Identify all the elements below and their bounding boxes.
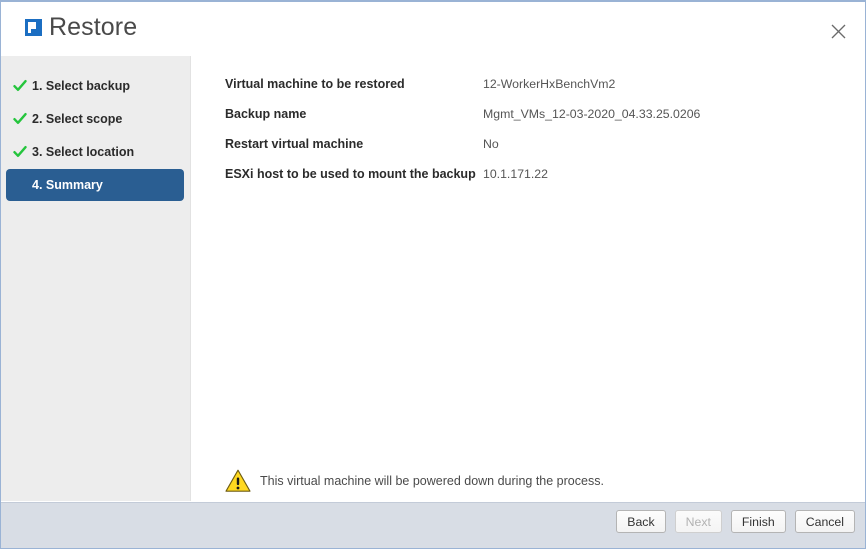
summary-label: ESXi host to be used to mount the backup — [225, 167, 476, 181]
sidebar-item-label: 3. Select location — [32, 145, 135, 159]
footer-button-group: Back Next Finish Cancel — [616, 510, 855, 533]
summary-row: ESXi host to be used to mount the backup… — [225, 167, 855, 197]
summary-table: Virtual machine to be restored 12-Worker… — [225, 77, 855, 197]
back-button[interactable]: Back — [616, 510, 666, 533]
summary-value: No — [483, 137, 499, 151]
warning-triangle-icon — [225, 468, 251, 494]
summary-row: Backup name Mgmt_VMs_12-03-2020_04.33.25… — [225, 107, 855, 137]
sidebar-item-select-location[interactable]: 3. Select location — [6, 136, 184, 168]
summary-row: Restart virtual machine No — [225, 137, 855, 167]
check-icon — [13, 145, 27, 159]
app-logo-icon — [25, 19, 42, 36]
sidebar-item-label: 4. Summary — [32, 178, 103, 192]
next-button: Next — [674, 510, 722, 533]
close-icon[interactable] — [825, 18, 851, 44]
warning-notice: This virtual machine will be powered dow… — [225, 468, 604, 494]
check-icon — [13, 79, 27, 93]
window-header: Restore — [1, 2, 865, 56]
cancel-button[interactable]: Cancel — [794, 510, 855, 533]
summary-row: Virtual machine to be restored 12-Worker… — [225, 77, 855, 107]
check-icon — [13, 112, 27, 126]
wizard-steps-list: 1. Select backup 2. Select scope 3. Sele… — [1, 70, 190, 202]
summary-value: 12-WorkerHxBenchVm2 — [483, 77, 616, 91]
summary-panel: Virtual machine to be restored 12-Worker… — [192, 56, 865, 501]
brand: Restore — [25, 15, 137, 40]
summary-value: 10.1.171.22 — [483, 167, 548, 181]
summary-label: Restart virtual machine — [225, 137, 364, 151]
finish-button[interactable]: Finish — [730, 510, 786, 533]
restore-wizard-window: Restore 1. Select backup 2. Select scope… — [0, 0, 866, 549]
wizard-steps-sidebar: 1. Select backup 2. Select scope 3. Sele… — [1, 56, 191, 501]
summary-label: Backup name — [225, 107, 307, 121]
sidebar-item-summary[interactable]: 4. Summary — [6, 169, 184, 201]
sidebar-item-select-scope[interactable]: 2. Select scope — [6, 103, 184, 135]
wizard-footer: Back Next Finish Cancel — [1, 502, 865, 548]
sidebar-item-select-backup[interactable]: 1. Select backup — [6, 70, 184, 102]
sidebar-item-label: 1. Select backup — [32, 79, 130, 93]
warning-notice-text: This virtual machine will be powered dow… — [260, 474, 604, 488]
sidebar-item-label: 2. Select scope — [32, 112, 123, 126]
summary-label: Virtual machine to be restored — [225, 77, 405, 91]
page-title: Restore — [49, 13, 138, 41]
summary-value: Mgmt_VMs_12-03-2020_04.33.25.0206 — [483, 107, 701, 121]
